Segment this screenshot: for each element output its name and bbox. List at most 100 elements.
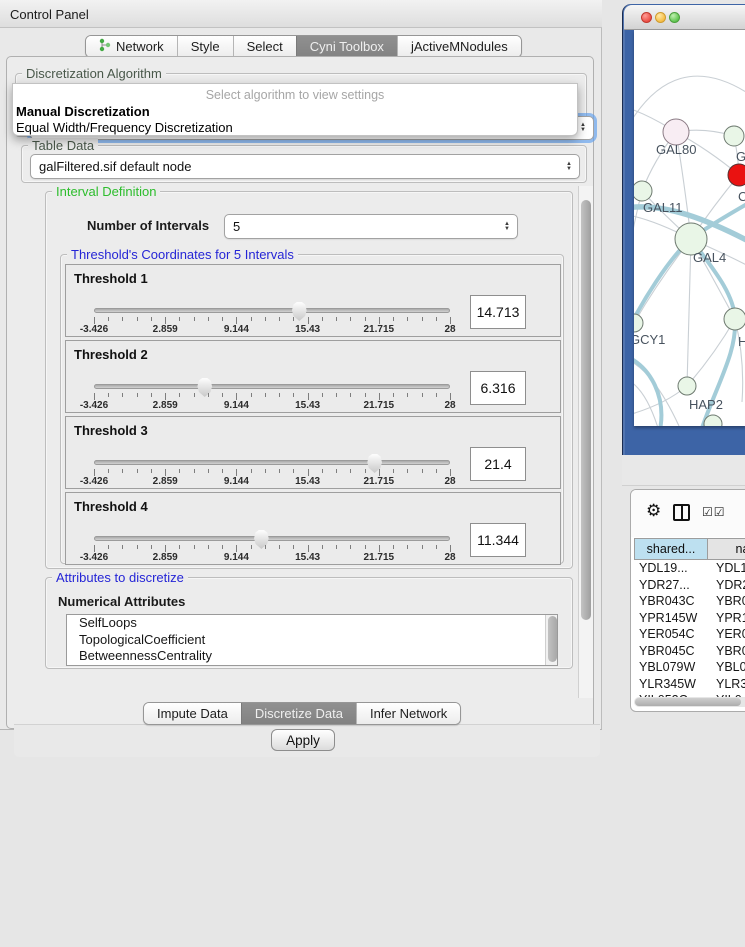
algorithm-popup: Select algorithm to view settings Manual… — [12, 83, 578, 136]
control-panel-scrollbar-thumb[interactable] — [581, 200, 591, 620]
table-panel-header: Table Panel — [622, 455, 745, 486]
tab-discretize-data[interactable]: Discretize Data — [241, 703, 356, 724]
node-gcy1[interactable] — [634, 314, 643, 332]
tab-impute-data[interactable]: Impute Data — [144, 703, 241, 724]
thresholds-group: Threshold's Coordinates for 5 Intervals … — [60, 254, 564, 564]
tab-network-label: Network — [116, 39, 164, 54]
network-icon — [99, 38, 111, 55]
table-row[interactable]: YDR27...YDR2 — [634, 577, 745, 594]
table-row[interactable]: YBL079WYBL0 — [634, 659, 745, 676]
control-panel-window: Control Panel ✕ Network Style Select Cyn… — [0, 0, 602, 730]
table-row[interactable]: YER054CYER0 — [634, 626, 745, 643]
tab-jactivemnodules[interactable]: jActiveMNodules — [397, 36, 521, 57]
network-window-titlebar — [624, 5, 745, 30]
threshold-4-label: Threshold 4 — [74, 499, 148, 514]
column-header-shared-name[interactable]: shared... — [634, 538, 708, 560]
tab-infer-network-label: Infer Network — [370, 706, 447, 721]
node-hap2[interactable] — [678, 377, 696, 395]
column-header-name[interactable]: na — [708, 538, 745, 560]
node-top-right[interactable] — [724, 126, 744, 146]
table-panel-card: ⚙ ☑☑ shared... na YDL19...YDL1 YDR27...Y… — [630, 489, 745, 712]
tab-jactivemnodules-label: jActiveMNodules — [411, 39, 508, 54]
tab-style-label: Style — [191, 39, 220, 54]
list-item[interactable]: SelfLoops — [67, 615, 557, 632]
table-horizontal-scrollbar[interactable] — [634, 697, 745, 707]
network-canvas[interactable]: GAL80 G. C GAL11 GAL4 GCY1 H HAP2 — [634, 30, 745, 426]
node-label-g: G. — [736, 149, 745, 164]
table-data-group: Table Data galFiltered.sif default node … — [21, 145, 587, 183]
zoom-traffic-light-icon[interactable] — [669, 12, 680, 23]
list-scrollbar[interactable] — [545, 615, 557, 665]
threshold-3-tick-labels: -3.4262.8599.14415.4321.71528 — [94, 476, 450, 488]
tab-impute-data-label: Impute Data — [157, 706, 228, 721]
node-label-gal4: GAL4 — [693, 250, 726, 265]
apply-button[interactable]: Apply — [271, 729, 335, 751]
threshold-4-slider[interactable] — [94, 536, 450, 541]
number-of-intervals-label: Number of Intervals — [87, 218, 209, 233]
table-toolbar: ⚙ ☑☑ — [631, 490, 745, 537]
number-of-intervals-combobox[interactable]: 5 ▲▼ — [224, 214, 518, 239]
combo-stepper-icon: ▲▼ — [580, 123, 586, 133]
threshold-2-panel: Threshold 2 -3.4262.8599.14415.4321.7152… — [65, 340, 561, 413]
select-columns-icons[interactable]: ☑☑ — [702, 505, 726, 519]
node-gal11[interactable] — [634, 181, 652, 201]
tab-style[interactable]: Style — [177, 36, 233, 57]
top-tab-bar: Network Style Select Cyni Toolbox jActiv… — [85, 35, 522, 58]
threshold-3-value-field[interactable]: 21.4 — [470, 447, 526, 481]
threshold-1-value-field[interactable]: 14.713 — [470, 295, 526, 329]
close-traffic-light-icon[interactable] — [641, 12, 652, 23]
node-red-selected[interactable] — [728, 164, 745, 186]
minimize-traffic-light-icon[interactable] — [655, 12, 666, 23]
threshold-4-value-field[interactable]: 11.344 — [470, 523, 526, 557]
interval-definition-group-title: Interval Definition — [52, 184, 160, 199]
combo-stepper-icon: ▲▼ — [566, 162, 572, 172]
node-h[interactable] — [724, 308, 745, 330]
table-row[interactable]: YBR043CYBR0 — [634, 593, 745, 610]
list-item[interactable]: BetweennessCentrality — [67, 648, 557, 665]
threshold-1-panel: Threshold 1 -3.4262.8599.14415.4321.7152… — [65, 264, 561, 337]
tab-select-label: Select — [247, 39, 283, 54]
node-label-gcy1: GCY1 — [634, 332, 665, 347]
tab-infer-network[interactable]: Infer Network — [356, 703, 460, 724]
tab-select[interactable]: Select — [233, 36, 296, 57]
algorithm-popup-hint: Select algorithm to view settings — [13, 88, 577, 102]
popup-item-equal-width-frequency[interactable]: Equal Width/Frequency Discretization — [16, 120, 233, 135]
apply-button-label: Apply — [286, 733, 320, 748]
tab-cyni-toolbox[interactable]: Cyni Toolbox — [296, 36, 397, 57]
threshold-2-slider[interactable] — [94, 384, 450, 389]
control-panel-titlebar: Control Panel ✕ — [0, 0, 602, 28]
number-of-intervals-value: 5 — [233, 219, 240, 234]
threshold-3-slider[interactable] — [94, 460, 450, 465]
window-title: Control Panel — [10, 7, 89, 22]
table-row[interactable]: YBR045CYBR0 — [634, 643, 745, 660]
table-row[interactable]: YLR345WYLR3 — [634, 676, 745, 693]
threshold-1-label: Threshold 1 — [74, 271, 148, 286]
threshold-3-panel: Threshold 3 -3.4262.8599.14415.4321.7152… — [65, 416, 561, 489]
popup-item-manual-discretization[interactable]: Manual Discretization — [16, 104, 150, 119]
threshold-2-value: 6.316 — [480, 380, 515, 396]
node-label-gal11: GAL11 — [643, 200, 683, 215]
threshold-1-tick-labels: -3.4262.8599.14415.4321.71528 — [94, 324, 450, 336]
table-horizontal-scrollbar-thumb[interactable] — [635, 698, 741, 706]
threshold-2-value-field[interactable]: 6.316 — [470, 371, 526, 405]
tab-cyni-toolbox-label: Cyni Toolbox — [310, 39, 384, 54]
table-data-combobox[interactable]: galFiltered.sif default node ▲▼ — [30, 154, 580, 179]
node-label-hap2: HAP2 — [689, 397, 723, 412]
table-header-row: shared... na — [634, 538, 745, 560]
network-graph: GAL80 G. C GAL11 GAL4 GCY1 H HAP2 — [634, 30, 745, 426]
table-rows: YDL19...YDL1 YDR27...YDR2 YBR043CYBR0 YP… — [634, 560, 745, 698]
numerical-attributes-list: SelfLoops TopologicalCoefficient Between… — [66, 614, 558, 666]
threshold-3-value: 21.4 — [484, 456, 511, 472]
table-row[interactable]: YPR145WYPR1 — [634, 610, 745, 627]
gear-icon[interactable]: ⚙ — [646, 501, 661, 521]
columns-icon[interactable] — [673, 504, 690, 521]
threshold-1-slider[interactable] — [94, 308, 450, 313]
table-data-combobox-value: galFiltered.sif default node — [39, 159, 191, 174]
interval-definition-group: Interval Definition Number of Intervals … — [45, 191, 573, 569]
list-item[interactable]: TopologicalCoefficient — [67, 632, 557, 649]
node-label-gal80: GAL80 — [656, 142, 696, 157]
tab-network[interactable]: Network — [86, 36, 177, 57]
table-row[interactable]: YDL19...YDL1 — [634, 560, 745, 577]
threshold-4-tick-labels: -3.4262.8599.14415.4321.71528 — [94, 552, 450, 564]
threshold-4-panel: Threshold 4 -3.4262.8599.14415.4321.7152… — [65, 492, 561, 565]
